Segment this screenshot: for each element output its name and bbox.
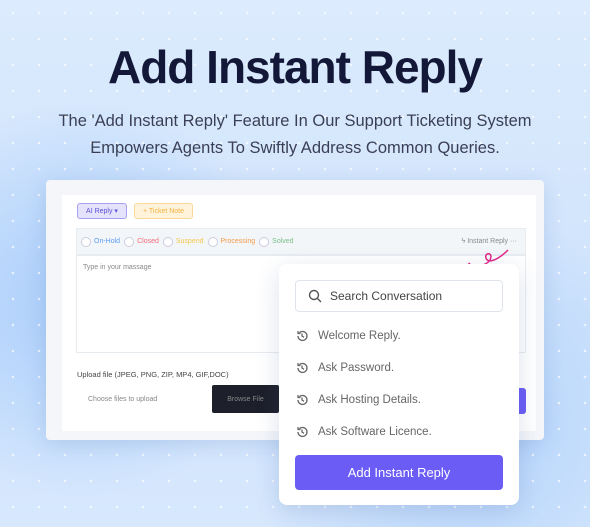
search-input[interactable]: Search Conversation — [295, 280, 503, 312]
status-solved[interactable]: Solved — [259, 236, 294, 247]
page-subtitle: The 'Add Instant Reply' Feature In Our S… — [58, 112, 532, 157]
search-icon — [308, 289, 322, 303]
choose-files-text[interactable]: Choose files to upload — [88, 396, 157, 403]
page-title: Add Instant Reply — [107, 41, 483, 93]
history-icon — [297, 426, 308, 438]
reply-item-password[interactable]: Ask Password. — [295, 361, 394, 375]
history-icon — [297, 330, 308, 342]
status-processing[interactable]: Processing — [207, 236, 255, 247]
reply-item-hosting[interactable]: Ask Hosting Details. — [295, 393, 421, 407]
add-instant-reply-button[interactable]: Add Instant Reply — [295, 455, 503, 490]
reply-item-welcome[interactable]: Welcome Reply. — [295, 329, 401, 343]
browse-file-button[interactable]: Browse File — [212, 385, 279, 413]
ai-reply-button[interactable]: AI Reply ▾ — [77, 203, 127, 219]
instant-reply-button[interactable]: ϟ Instant Reply ··· — [462, 238, 517, 245]
status-closed[interactable]: Closed — [124, 236, 159, 247]
upload-label: Upload file (JPEG, PNG, ZIP, MP4, GIF,DO… — [77, 370, 229, 379]
instant-reply-popup: Search Conversation Welcome Reply. Ask P… — [279, 264, 519, 505]
ticket-note-button[interactable]: + Ticket Note — [134, 203, 193, 219]
status-on-hold[interactable]: On-Hold — [81, 236, 120, 247]
history-icon — [297, 394, 308, 406]
status-suspend[interactable]: Suspend — [162, 236, 204, 247]
history-icon — [297, 362, 308, 374]
reply-item-licence[interactable]: Ask Software Licence. — [295, 425, 432, 439]
